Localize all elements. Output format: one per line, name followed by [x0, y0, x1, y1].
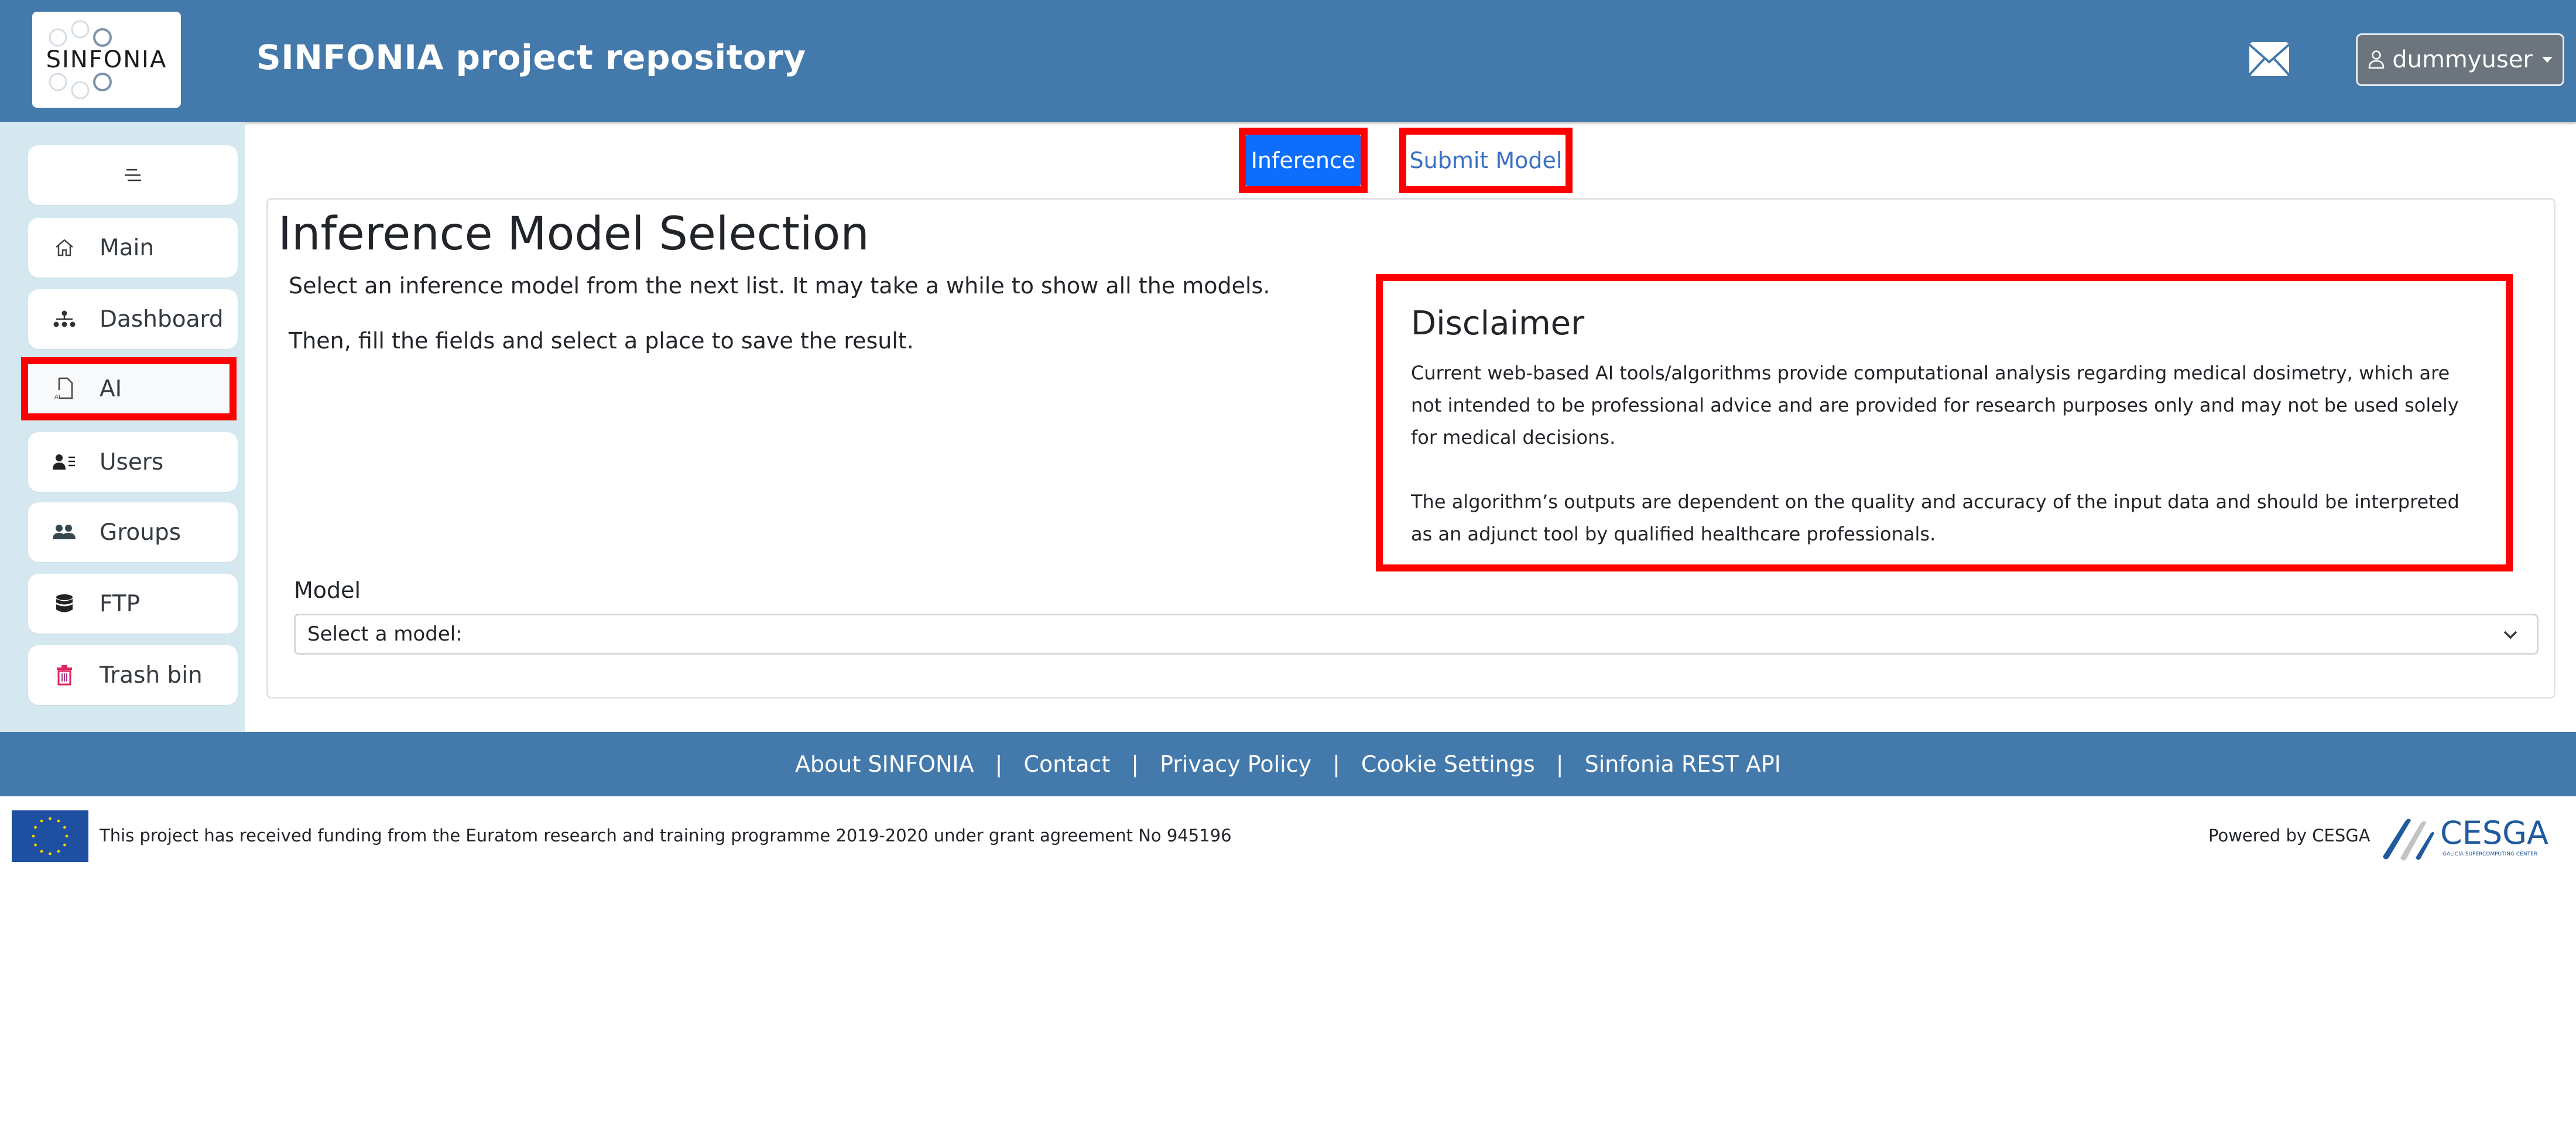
- menu-lines-icon: [125, 169, 141, 182]
- sidebar-item-label: AI: [100, 375, 122, 402]
- user-list-icon: [53, 450, 76, 474]
- users-icon: [53, 521, 76, 544]
- separator: |: [1556, 751, 1564, 777]
- site-title: SINFONIA project repository: [256, 37, 806, 77]
- intro-text: Then, fill the fields and select a place…: [289, 328, 914, 354]
- svg-text:SINFONIA: SINFONIA: [46, 46, 167, 73]
- cesga-logo-text: CESGA: [2440, 814, 2548, 851]
- database-icon: [53, 592, 76, 615]
- model-select[interactable]: Select a model:: [294, 614, 2539, 655]
- cesga-logo-subtitle: GALICIA SUPERCOMPUTING CENTER: [2443, 851, 2537, 857]
- disclaimer-paragraph: Current web-based AI tools/algorithms pr…: [1411, 362, 2459, 449]
- sidebar-item-label: Groups: [100, 519, 181, 546]
- footer-link-cookies[interactable]: Cookie Settings: [1361, 751, 1535, 777]
- envelope-icon[interactable]: [2247, 37, 2291, 82]
- separator: |: [1131, 751, 1139, 777]
- tab-submit-model[interactable]: Submit Model: [1399, 128, 1573, 193]
- person-icon: [2368, 50, 2385, 69]
- funding-notice: This project has received funding from t…: [100, 826, 1232, 846]
- sidebar-item-label: Main: [100, 234, 155, 261]
- sidebar-item-label: Dashboard: [100, 306, 224, 333]
- tab-submit-model-label: Submit Model: [1409, 148, 1563, 173]
- sidebar-item-groups[interactable]: Groups: [28, 502, 238, 562]
- sidebar-item-ftp[interactable]: FTP: [28, 574, 238, 634]
- model-select-value: Select a model:: [307, 622, 463, 646]
- house-icon: [53, 236, 76, 259]
- sidebar-item-label: FTP: [100, 590, 141, 617]
- separator: |: [995, 751, 1003, 777]
- caret-down-icon: [2541, 57, 2553, 63]
- model-label: Model: [294, 577, 361, 603]
- sidebar-item-dashboard[interactable]: Dashboard: [28, 289, 238, 349]
- tab-inference-label: Inference: [1246, 135, 1361, 186]
- user-menu-button[interactable]: dummyuser: [2356, 33, 2564, 86]
- disclaimer-box: Disclaimer Current web-based AI tools/al…: [1376, 274, 2513, 571]
- disclaimer-title: Disclaimer: [1411, 304, 1585, 343]
- eu-flag-icon: [12, 810, 88, 862]
- separator: |: [1332, 751, 1340, 777]
- sinfonia-logo-graphic: SINFONIA: [46, 20, 167, 100]
- svg-text:AI: AI: [54, 394, 60, 401]
- sitemap-icon: [53, 307, 76, 331]
- sidebar: Main Dashboard AI AI Users Groups FTP Tr…: [0, 122, 245, 732]
- footer-link-privacy[interactable]: Privacy Policy: [1160, 751, 1311, 777]
- footer-link-about[interactable]: About SINFONIA: [795, 751, 974, 777]
- disclaimer-paragraph: The algorithm’s outputs are dependent on…: [1411, 491, 2459, 545]
- sinfonia-logo[interactable]: SINFONIA: [32, 12, 181, 108]
- sidebar-item-trash-bin[interactable]: Trash bin: [28, 645, 238, 705]
- sidebar-toggle-button[interactable]: [28, 145, 238, 205]
- sidebar-item-users[interactable]: Users: [28, 432, 238, 492]
- sidebar-item-label: Users: [100, 449, 164, 475]
- cesga-logo[interactable]: CESGA GALICIA SUPERCOMPUTING CENTER: [2377, 811, 2570, 864]
- top-navbar: SINFONIA SINFONIA project repository dum…: [0, 0, 2576, 122]
- chevron-down-icon: [2503, 631, 2517, 639]
- powered-by-text: Powered by CESGA: [2208, 826, 2371, 846]
- trash-icon: [53, 663, 76, 687]
- footer-link-contact[interactable]: Contact: [1023, 751, 1110, 777]
- username: dummyuser: [2392, 46, 2533, 73]
- page-title: Inference Model Selection: [278, 208, 869, 261]
- sidebar-item-ai[interactable]: AI AI: [21, 357, 237, 420]
- ai-file-icon: AI: [53, 377, 76, 401]
- sidebar-item-main[interactable]: Main: [28, 218, 238, 278]
- intro-text: Select an inference model from the next …: [289, 273, 1270, 299]
- tab-inference[interactable]: Inference: [1239, 128, 1368, 193]
- footer-link-rest-api[interactable]: Sinfonia REST API: [1585, 751, 1781, 777]
- footer-links: About SINFONIA | Contact | Privacy Polic…: [0, 732, 2576, 796]
- sidebar-item-label: Trash bin: [100, 662, 203, 689]
